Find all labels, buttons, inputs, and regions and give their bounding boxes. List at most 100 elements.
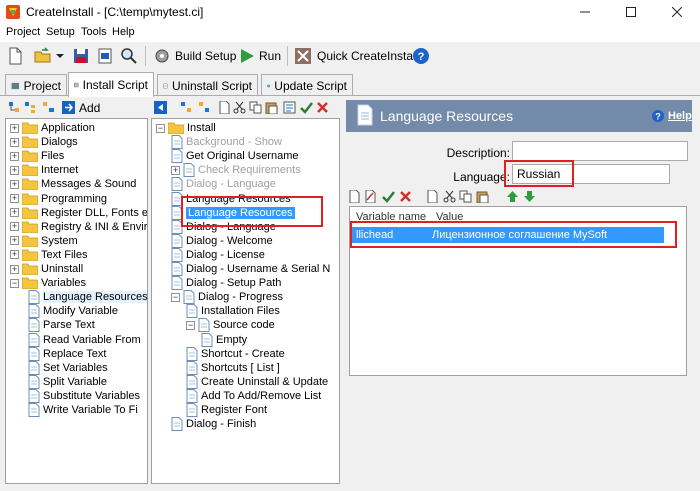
help-icon[interactable]: ?: [412, 47, 430, 65]
collapse-icon[interactable]: −: [171, 292, 180, 302]
table-row[interactable]: llichead Лицензионное соглашение MySoft: [352, 227, 664, 243]
menu-project[interactable]: Project: [6, 26, 40, 38]
collapse-icon[interactable]: −: [10, 278, 19, 288]
tree-item[interactable]: Parse Text: [28, 318, 95, 333]
tree-item[interactable]: Empty: [201, 332, 247, 347]
save-icon[interactable]: [72, 47, 90, 65]
arrow-up-icon[interactable]: [506, 190, 519, 203]
menu-help[interactable]: Help: [112, 26, 135, 38]
help-link[interactable]: Help: [668, 110, 692, 122]
description-input[interactable]: [512, 141, 688, 161]
expand-icon[interactable]: +: [171, 165, 180, 175]
add-button[interactable]: Add: [79, 101, 100, 115]
expand-all-icon[interactable]: [24, 101, 37, 114]
expand-icon[interactable]: +: [10, 179, 19, 189]
menu-tools[interactable]: Tools: [81, 26, 107, 38]
expand-icon[interactable]: +: [10, 208, 19, 218]
expand-icon[interactable]: +: [10, 151, 19, 161]
close-button[interactable]: [654, 0, 700, 24]
copy-icon[interactable]: [249, 101, 262, 114]
run-button[interactable]: Run: [259, 49, 281, 63]
minimize-button[interactable]: [562, 0, 608, 24]
tree-item[interactable]: + Uninstall: [10, 262, 83, 276]
quick-createinstall-button[interactable]: Quick CreateInstall: [317, 49, 418, 63]
expand-icon[interactable]: +: [10, 222, 19, 232]
command-tree[interactable]: + Application + Dialogs + Files + Internet + Mess…: [5, 118, 148, 484]
new-row-icon[interactable]: [426, 190, 439, 203]
tree-item[interactable]: + Programming: [10, 192, 107, 206]
cut-icon[interactable]: [443, 190, 456, 203]
expand-icon[interactable]: +: [10, 165, 19, 175]
tree-item[interactable]: + System: [10, 234, 78, 248]
paste-icon[interactable]: [476, 190, 489, 203]
tree-item[interactable]: Shortcut - Create: [186, 346, 285, 361]
delete-icon[interactable]: [399, 190, 412, 203]
open-folder-icon[interactable]: [34, 47, 52, 65]
print-preview-icon[interactable]: [96, 47, 114, 65]
collapse-icon[interactable]: −: [156, 123, 165, 133]
tree-item[interactable]: Dialog - Language: [171, 219, 276, 234]
tree-item[interactable]: Split Variable: [28, 374, 107, 389]
enable-check-icon[interactable]: [300, 101, 313, 114]
tab-project[interactable]: Project: [5, 74, 67, 96]
paste-icon[interactable]: [265, 101, 278, 114]
expand-icon[interactable]: +: [10, 250, 19, 260]
tree-item[interactable]: Dialog - License: [171, 247, 265, 262]
tree-item[interactable]: Substitute Variables: [28, 388, 140, 403]
tab-install-script[interactable]: Install Script: [68, 72, 154, 97]
help-icon[interactable]: ?: [652, 110, 664, 122]
expand-icon[interactable]: +: [10, 137, 19, 147]
tree-item[interactable]: + Text Files: [10, 248, 87, 262]
tree-item[interactable]: Read Variable From: [28, 332, 141, 347]
tree-item[interactable]: Add To Add/Remove List: [186, 388, 321, 403]
cut-icon[interactable]: [233, 101, 246, 114]
quick-create-icon[interactable]: [294, 47, 312, 65]
tab-update-script[interactable]: Update Script: [261, 74, 353, 96]
tree-item[interactable]: + Files: [10, 149, 64, 163]
tree-item[interactable]: Dialog - Language: [171, 177, 276, 192]
tree-item[interactable]: − Source code: [186, 318, 275, 333]
tree-item[interactable]: Installation Files: [186, 304, 280, 319]
expand-icon[interactable]: +: [10, 236, 19, 246]
tree-item[interactable]: Language Resources: [171, 191, 291, 206]
new-item-icon[interactable]: [348, 190, 361, 203]
build-setup-icon[interactable]: [153, 47, 171, 65]
tree-item[interactable]: Modify Variable: [28, 304, 118, 319]
tree-view-icon[interactable]: [8, 101, 21, 114]
tree-item[interactable]: Register Font: [186, 403, 267, 417]
new-file-icon[interactable]: [6, 47, 24, 65]
tree-item[interactable]: Background - Show: [171, 135, 282, 150]
collapse-tree-icon[interactable]: [198, 101, 211, 114]
column-header-variable-name[interactable]: Variable name: [356, 211, 426, 223]
arrow-down-icon[interactable]: [523, 190, 536, 203]
tree-item[interactable]: + Dialogs: [10, 135, 78, 149]
tree-item[interactable]: + Application: [10, 121, 95, 135]
script-tree[interactable]: − Install Background - Show Get Original Us…: [151, 118, 340, 484]
tree-item[interactable]: − Dialog - Progress: [171, 290, 283, 305]
enable-check-icon[interactable]: [382, 190, 395, 203]
tree-item[interactable]: Language Resources: [28, 290, 147, 305]
tree-item[interactable]: + Check Requirements: [171, 163, 301, 178]
tab-uninstall-script[interactable]: Uninstall Script: [157, 74, 258, 96]
tree-item[interactable]: Write Variable To Fi: [28, 403, 138, 417]
tree-item[interactable]: Language Resources: [171, 205, 295, 220]
expand-tree-icon[interactable]: [180, 101, 193, 114]
menu-setup[interactable]: Setup: [46, 26, 75, 38]
tree-item[interactable]: Dialog - Username & Serial N: [171, 262, 330, 276]
tree-item[interactable]: Create Uninstall & Update: [186, 374, 328, 389]
edit-item-icon[interactable]: [364, 190, 377, 203]
chevron-down-icon[interactable]: [56, 52, 64, 60]
search-icon[interactable]: [120, 47, 138, 65]
build-setup-button[interactable]: Build Setup: [175, 49, 236, 63]
tree-item[interactable]: Shortcuts [ List ]: [186, 360, 280, 375]
tree-item[interactable]: + Register DLL, Fonts etc: [10, 206, 147, 220]
properties-icon[interactable]: [283, 101, 296, 114]
tree-item[interactable]: Set Variables: [28, 360, 108, 375]
delete-icon[interactable]: [316, 101, 329, 114]
tree-item[interactable]: + Messages & Sound: [10, 177, 136, 191]
tree-item[interactable]: Get Original Username: [171, 149, 299, 164]
tree-item[interactable]: Dialog - Welcome: [171, 233, 273, 248]
expand-icon[interactable]: +: [10, 264, 19, 274]
column-header-value[interactable]: Value: [436, 211, 463, 223]
tree-item[interactable]: Dialog - Setup Path: [171, 276, 281, 291]
